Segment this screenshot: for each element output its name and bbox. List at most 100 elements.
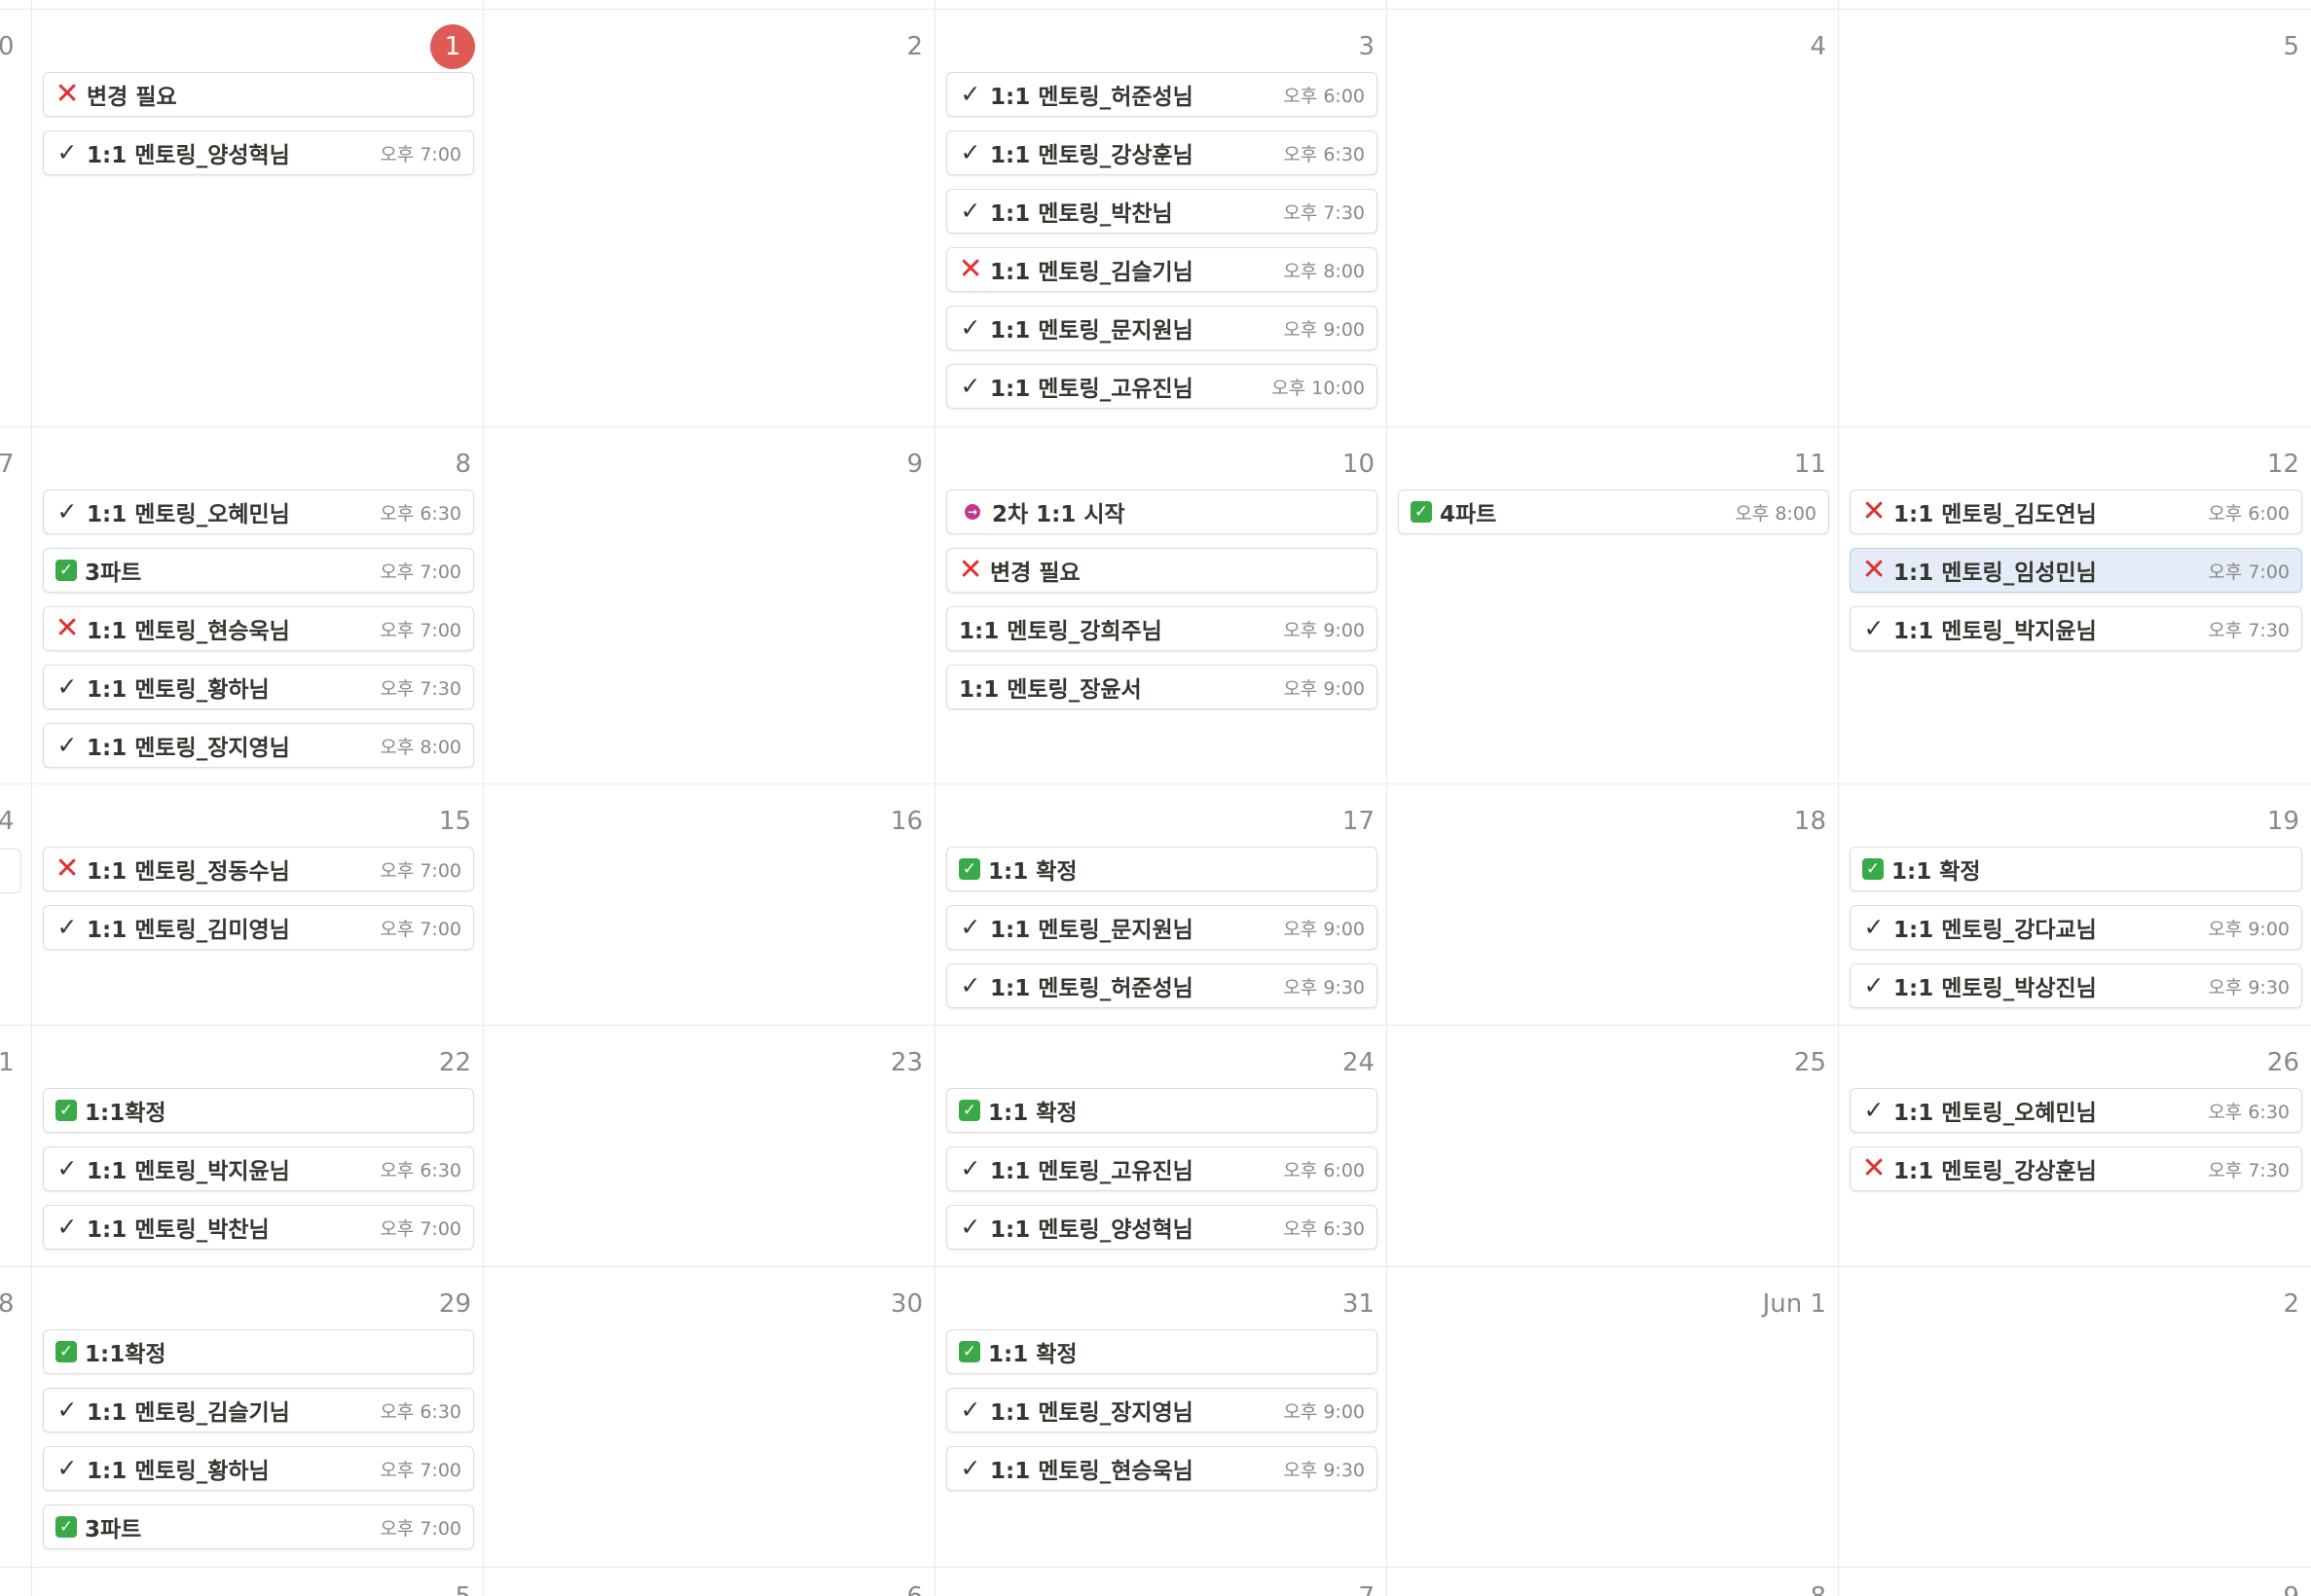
event-card[interactable]: ✓ 3파트 오후 7:00 <box>43 548 474 593</box>
event-card[interactable]: ✕ 1:1 멘토링_김슬기님 오후 8:00 <box>946 247 1377 292</box>
event-card[interactable]: ✓ 1:1 멘토링_박지윤님 오후 6:30 <box>43 1146 474 1191</box>
day-cell[interactable]: 8 <box>1387 1568 1839 1596</box>
event-card-partial[interactable] <box>0 849 21 893</box>
day-cell[interactable]: 23 <box>484 1026 935 1267</box>
day-cell[interactable]: 1 ✕ 변경 필요 ✓ 1:1 멘토링_양성혁님 오후 7:00 <box>32 10 484 427</box>
day-number: 31 <box>1341 1289 1375 1319</box>
event-card[interactable]: ✓ 1:1확정 <box>43 1088 474 1133</box>
day-number: 9 <box>906 450 923 479</box>
event-card[interactable]: ✓ 3파트 오후 7:00 <box>43 1505 474 1549</box>
event-card[interactable]: ✕ 1:1 멘토링_김도연님 오후 6:00 <box>1850 490 2302 534</box>
event-card[interactable]: ✓ 1:1 멘토링_고유진님 오후 10:00 <box>946 364 1377 409</box>
event-title: 1:1 멘토링_오혜민님 <box>87 502 290 527</box>
day-cell[interactable]: 15 ✕ 1:1 멘토링_정동수님 오후 7:00 ✓ 1:1 멘토링_김미영님 오후 7:… <box>32 784 484 1026</box>
event-card[interactable]: ✓ 1:1 멘토링_황하님 오후 7:30 <box>43 665 474 709</box>
event-title: 1:1 멘토링_양성혁님 <box>87 143 290 168</box>
edge-day-cell[interactable] <box>0 1568 32 1596</box>
event-time: 오후 9:00 <box>2208 918 2290 940</box>
day-cell[interactable]: 5 <box>1839 10 2311 427</box>
event-card[interactable]: ✓ 1:1 멘토링_장지영님 오후 9:00 <box>946 1388 1377 1433</box>
edge-day-cell[interactable]: 8 <box>0 1267 32 1568</box>
day-cell[interactable]: 29 ✓ 1:1확정 ✓ 1:1 멘토링_김슬기님 오후 6:30 ✓ 1:1 멘토링_황하님… <box>32 1267 484 1568</box>
event-card[interactable]: 1:1 멘토링_강희주님 오후 9:00 <box>946 606 1377 651</box>
event-card[interactable]: ✓ 1:1 멘토링_현승욱님 오후 9:30 <box>946 1446 1377 1491</box>
green-check-icon: ✓ <box>959 1341 980 1362</box>
day-cell[interactable]: 3 ✓ 1:1 멘토링_허준성님 오후 6:00 ✓ 1:1 멘토링_강상훈님 오후 6:3… <box>935 10 1387 427</box>
event-card[interactable]: ✓ 1:1 멘토링_고유진님 오후 6:00 <box>946 1146 1377 1191</box>
event-card[interactable]: → 2차 1:1 시작 <box>946 490 1377 534</box>
day-cell[interactable]: 5 <box>32 1568 484 1596</box>
event-card[interactable]: 1:1 멘토링_장윤서 오후 9:00 <box>946 665 1377 709</box>
edge-day-cell[interactable]: 7 <box>0 427 32 784</box>
edge-day-cell[interactable]: 4 <box>0 784 32 1026</box>
event-card[interactable]: ✓ 1:1 멘토링_허준성님 오후 9:30 <box>946 963 1377 1008</box>
day-cell[interactable]: 9 <box>1839 1568 2311 1596</box>
event-card[interactable]: ✓ 1:1 멘토링_박상진님 오후 9:30 <box>1850 963 2302 1008</box>
event-card[interactable]: ✕ 1:1 멘토링_정동수님 오후 7:00 <box>43 847 474 891</box>
day-cell[interactable]: 12 ✕ 1:1 멘토링_김도연님 오후 6:00 ✕ 1:1 멘토링_임성민님 오후 7:… <box>1839 427 2311 784</box>
event-card[interactable]: ✓ 1:1 멘토링_양성혁님 오후 6:30 <box>946 1205 1377 1250</box>
event-card[interactable]: ✓ 1:1 멘토링_오혜민님 오후 6:30 <box>43 490 474 534</box>
day-number: 18 <box>1793 807 1826 836</box>
event-card[interactable]: ✓ 1:1 확정 <box>946 847 1377 891</box>
day-number: 23 <box>890 1048 923 1077</box>
event-card[interactable]: ✓ 1:1 멘토링_문지원님 오후 9:00 <box>946 306 1377 350</box>
day-cell[interactable]: 8 ✓ 1:1 멘토링_오혜민님 오후 6:30 ✓ 3파트 오후 7:00 ✕ 1:1 멘토링… <box>32 427 484 784</box>
event-card[interactable]: ✓ 1:1 멘토링_양성혁님 오후 7:00 <box>43 130 474 175</box>
event-title: 1:1 멘토링_고유진님 <box>990 1159 1193 1184</box>
event-title: 1:1 멘토링_강상훈님 <box>1893 1159 2097 1184</box>
day-cell[interactable]: 22 ✓ 1:1확정 ✓ 1:1 멘토링_박지윤님 오후 6:30 ✓ 1:1 멘토링_박찬님… <box>32 1026 484 1267</box>
event-card[interactable]: ✓ 1:1 멘토링_김미영님 오후 7:00 <box>43 905 474 950</box>
event-card[interactable]: ✓ 1:1 멘토링_강다교님 오후 9:00 <box>1850 905 2302 950</box>
edge-day-cell[interactable]: 1 <box>0 1026 32 1267</box>
day-number: 15 <box>438 807 471 836</box>
event-card[interactable]: ✓ 1:1 멘토링_박찬님 오후 7:30 <box>946 189 1377 234</box>
event-card[interactable]: ✕ 변경 필요 <box>946 548 1377 593</box>
event-card[interactable]: ✓ 1:1 멘토링_박찬님 오후 7:00 <box>43 1205 474 1250</box>
event-card[interactable]: ✓ 1:1 멘토링_문지원님 오후 9:00 <box>946 905 1377 950</box>
event-title: 변경 필요 <box>990 561 1081 586</box>
event-card[interactable]: ✕ 1:1 멘토링_강상훈님 오후 7:30 <box>1850 1146 2302 1191</box>
event-card[interactable]: ✓ 1:1 멘토링_오혜민님 오후 6:30 <box>1850 1088 2302 1133</box>
day-cell[interactable]: 19 ✓ 1:1 확정 ✓ 1:1 멘토링_강다교님 오후 9:00 ✓ 1:1 멘토링_박상… <box>1839 784 2311 1026</box>
cross-mark-icon: ✕ <box>958 553 983 587</box>
event-card[interactable]: ✕ 1:1 멘토링_현승욱님 오후 7:00 <box>43 606 474 651</box>
event-card[interactable]: ✓ 1:1 멘토링_황하님 오후 7:00 <box>43 1446 474 1491</box>
event-card[interactable]: ✓ 1:1확정 <box>43 1329 474 1374</box>
day-cell[interactable]: 26 ✓ 1:1 멘토링_오혜민님 오후 6:30 ✕ 1:1 멘토링_강상훈님 오후 7:… <box>1839 1026 2311 1267</box>
day-cell[interactable]: 11 ✓ 4파트 오후 8:00 <box>1387 427 1839 784</box>
event-card[interactable]: ✓ 1:1 멘토링_김슬기님 오후 6:30 <box>43 1388 474 1433</box>
day-cell[interactable]: 24 ✓ 1:1 확정 ✓ 1:1 멘토링_고유진님 오후 6:00 ✓ 1:1 멘토링_양성… <box>935 1026 1387 1267</box>
check-icon: ✓ <box>56 1213 78 1241</box>
event-time: 오후 7:30 <box>1283 201 1365 224</box>
day-cell[interactable]: 7 <box>935 1568 1387 1596</box>
day-cell[interactable]: Jun 1 <box>1387 1267 1839 1568</box>
day-cell[interactable]: 10 → 2차 1:1 시작 ✕ 변경 필요 1:1 멘토링_강희주님 오후 9:00 1:1… <box>935 427 1387 784</box>
day-cell[interactable]: 25 <box>1387 1026 1839 1267</box>
day-cell[interactable]: 6 <box>484 1568 935 1596</box>
event-title: 1:1확정 <box>85 1101 166 1126</box>
check-icon: ✓ <box>960 197 981 225</box>
day-cell[interactable]: 9 <box>484 427 935 784</box>
day-cell[interactable]: 4 <box>1387 10 1839 427</box>
event-card[interactable]: ✓ 1:1 멘토링_장지영님 오후 8:00 <box>43 723 474 768</box>
prev-week-partial-cell <box>1387 0 1839 10</box>
day-cell[interactable]: 17 ✓ 1:1 확정 ✓ 1:1 멘토링_문지원님 오후 9:00 ✓ 1:1 멘토링_허준… <box>935 784 1387 1026</box>
edge-day-cell[interactable]: 0 <box>0 10 32 427</box>
event-card[interactable]: ✕ 1:1 멘토링_임성민님 오후 7:00 <box>1850 548 2302 593</box>
event-card[interactable]: ✕ 변경 필요 <box>43 72 474 117</box>
event-card[interactable]: ✓ 1:1 확정 <box>946 1088 1377 1133</box>
event-card[interactable]: ✓ 1:1 확정 <box>946 1329 1377 1374</box>
day-cell[interactable]: 16 <box>484 784 935 1026</box>
day-cell[interactable]: 18 <box>1387 784 1839 1026</box>
event-card[interactable]: ✓ 1:1 멘토링_허준성님 오후 6:00 <box>946 72 1377 117</box>
day-cell[interactable]: 30 <box>484 1267 935 1568</box>
day-cell[interactable]: 2 <box>1839 1267 2311 1568</box>
event-card[interactable]: ✓ 1:1 멘토링_강상훈님 오후 6:30 <box>946 130 1377 175</box>
day-cell[interactable]: 31 ✓ 1:1 확정 ✓ 1:1 멘토링_장지영님 오후 9:00 ✓ 1:1 멘토링_현승… <box>935 1267 1387 1568</box>
event-card[interactable]: ✓ 1:1 확정 <box>1850 847 2302 891</box>
event-card[interactable]: ✓ 1:1 멘토링_박지윤님 오후 7:30 <box>1850 606 2302 651</box>
event-time: 오후 7:30 <box>2208 1159 2290 1181</box>
event-card[interactable]: ✓ 4파트 오후 8:00 <box>1398 490 1829 534</box>
day-cell[interactable]: 2 <box>484 10 935 427</box>
